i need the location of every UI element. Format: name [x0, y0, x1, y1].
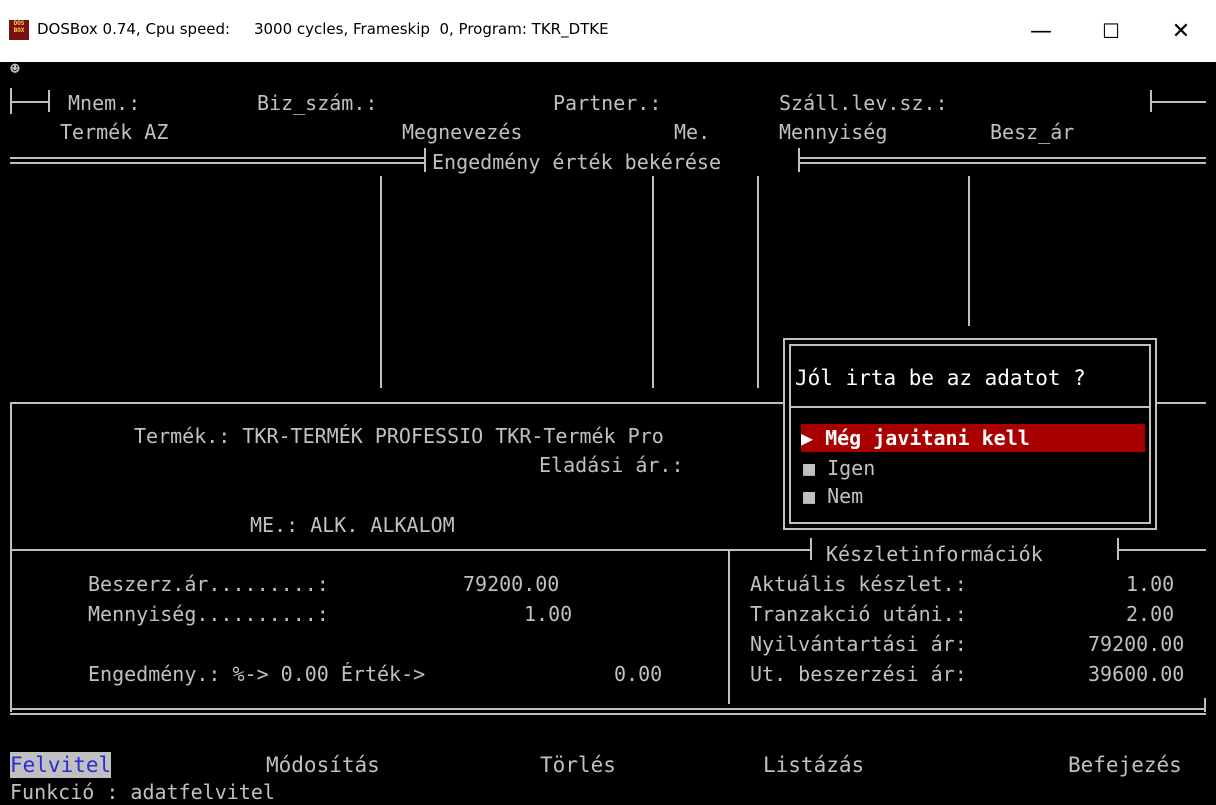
me-line: ME.: ALK. ALKALOM — [250, 513, 455, 537]
szall-lev-label: Száll.lev.sz.: — [779, 91, 948, 115]
col-termek-az: Termék AZ — [60, 120, 169, 144]
lower-separator-right — [1117, 549, 1206, 551]
ertek-value: 0.00 — [614, 662, 663, 686]
window-titlebar: DOS BOX DOSBox 0.74, Cpu speed: 3000 cyc… — [0, 0, 1216, 62]
frame-left-edge-lower — [10, 402, 12, 712]
stock-row-label: Nyilvántartási ár: — [750, 632, 967, 656]
column-separator — [652, 176, 654, 388]
section-line-left — [10, 157, 424, 164]
confirm-dialog: Jól irta be az adatot ? ▶ Még javitani k… — [783, 338, 1157, 530]
mnem-label: Mnem.: — [68, 91, 141, 115]
stock-bracket-left — [810, 538, 812, 560]
col-megnevezes: Megnevezés — [402, 120, 523, 144]
eladasi-ar-label: Eladási ár.: — [539, 453, 684, 477]
stock-row-value: 79200.00 — [1088, 632, 1185, 656]
beszerz-ar-value: 79200.00 — [463, 572, 560, 596]
option-igen[interactable]: ■ Igen — [803, 454, 875, 482]
section-line-right — [800, 157, 1206, 164]
beszerz-ar-label: Beszerz.ár.........: — [88, 572, 329, 596]
col-mennyiseg: Mennyiség — [779, 120, 888, 144]
partner-label: Partner.: — [553, 91, 662, 115]
stock-row-value: 2.00 — [1126, 602, 1175, 626]
column-separator — [757, 176, 759, 388]
stock-row-label: Tranzakció utáni.: — [750, 602, 967, 626]
cursor-icon: ☻ — [10, 62, 20, 78]
menu-listazas[interactable]: Listázás — [763, 752, 864, 778]
maximize-button[interactable]: ☐ — [1076, 0, 1146, 62]
bottom-separator — [10, 708, 1206, 715]
dialog-inner-frame: Jól irta be az adatot ? ▶ Még javitani k… — [789, 344, 1151, 524]
column-separator — [380, 176, 382, 388]
mennyiseg-label: Mennyiség..........: — [88, 602, 329, 626]
option-nem[interactable]: ■ Nem — [803, 482, 863, 510]
mennyiseg-value: 1.00 — [524, 602, 573, 626]
section-bracket-left — [424, 148, 426, 172]
window-title: DOSBox 0.74, Cpu speed: 3000 cycles, Fra… — [37, 20, 609, 38]
lower-separator-left — [10, 549, 810, 551]
stock-panel-title: Készletinformációk — [826, 542, 1043, 566]
dialog-separator — [791, 406, 1149, 408]
section-title: Engedmény érték bekérése — [432, 150, 721, 174]
status-line: Funkció : adatfelvitel — [10, 780, 275, 804]
menu-befejezes[interactable]: Befejezés — [1068, 752, 1182, 778]
frame-top-left — [10, 101, 50, 103]
menu-torles[interactable]: Törlés — [540, 752, 616, 778]
stock-row-value: 39600.00 — [1088, 662, 1185, 686]
menu-felvitel[interactable]: Felvitel — [10, 752, 112, 778]
frame-right-corner — [1204, 698, 1206, 712]
product-line: Termék.: TKR-TERMÉK PROFESSIO TKR-Termék… — [134, 424, 664, 448]
column-separator — [968, 176, 970, 326]
stock-row-label: Ut. beszerzési ár: — [750, 662, 967, 686]
col-besz-ar: Besz_ár — [990, 120, 1075, 144]
engedmeny-line: Engedmény.: %-> 0.00 Érték-> — [88, 662, 426, 686]
dos-screen[interactable]: ☻ Mnem.: Biz_szám.: Partner.: Száll.lev.… — [0, 62, 1216, 805]
stock-row-value: 1.00 — [1126, 572, 1175, 596]
col-me: Me. — [674, 120, 711, 144]
stock-row-label: Aktuális készlet.: — [750, 572, 967, 596]
menu-modositas[interactable]: Módosítás — [266, 752, 380, 778]
option-meg-javitani[interactable]: ▶ Még javitani kell — [801, 424, 1145, 452]
minimize-button[interactable]: — — [1006, 0, 1076, 62]
panel-divider — [728, 549, 730, 704]
dosbox-icon: DOS BOX — [9, 20, 29, 40]
frame-tick-left — [48, 90, 50, 112]
biz-szam-label: Biz_szám.: — [257, 91, 378, 115]
dialog-question: Jól irta be az adatot ? — [795, 366, 1086, 390]
close-button[interactable]: ✕ — [1146, 0, 1216, 62]
frame-top-right — [1150, 101, 1206, 103]
